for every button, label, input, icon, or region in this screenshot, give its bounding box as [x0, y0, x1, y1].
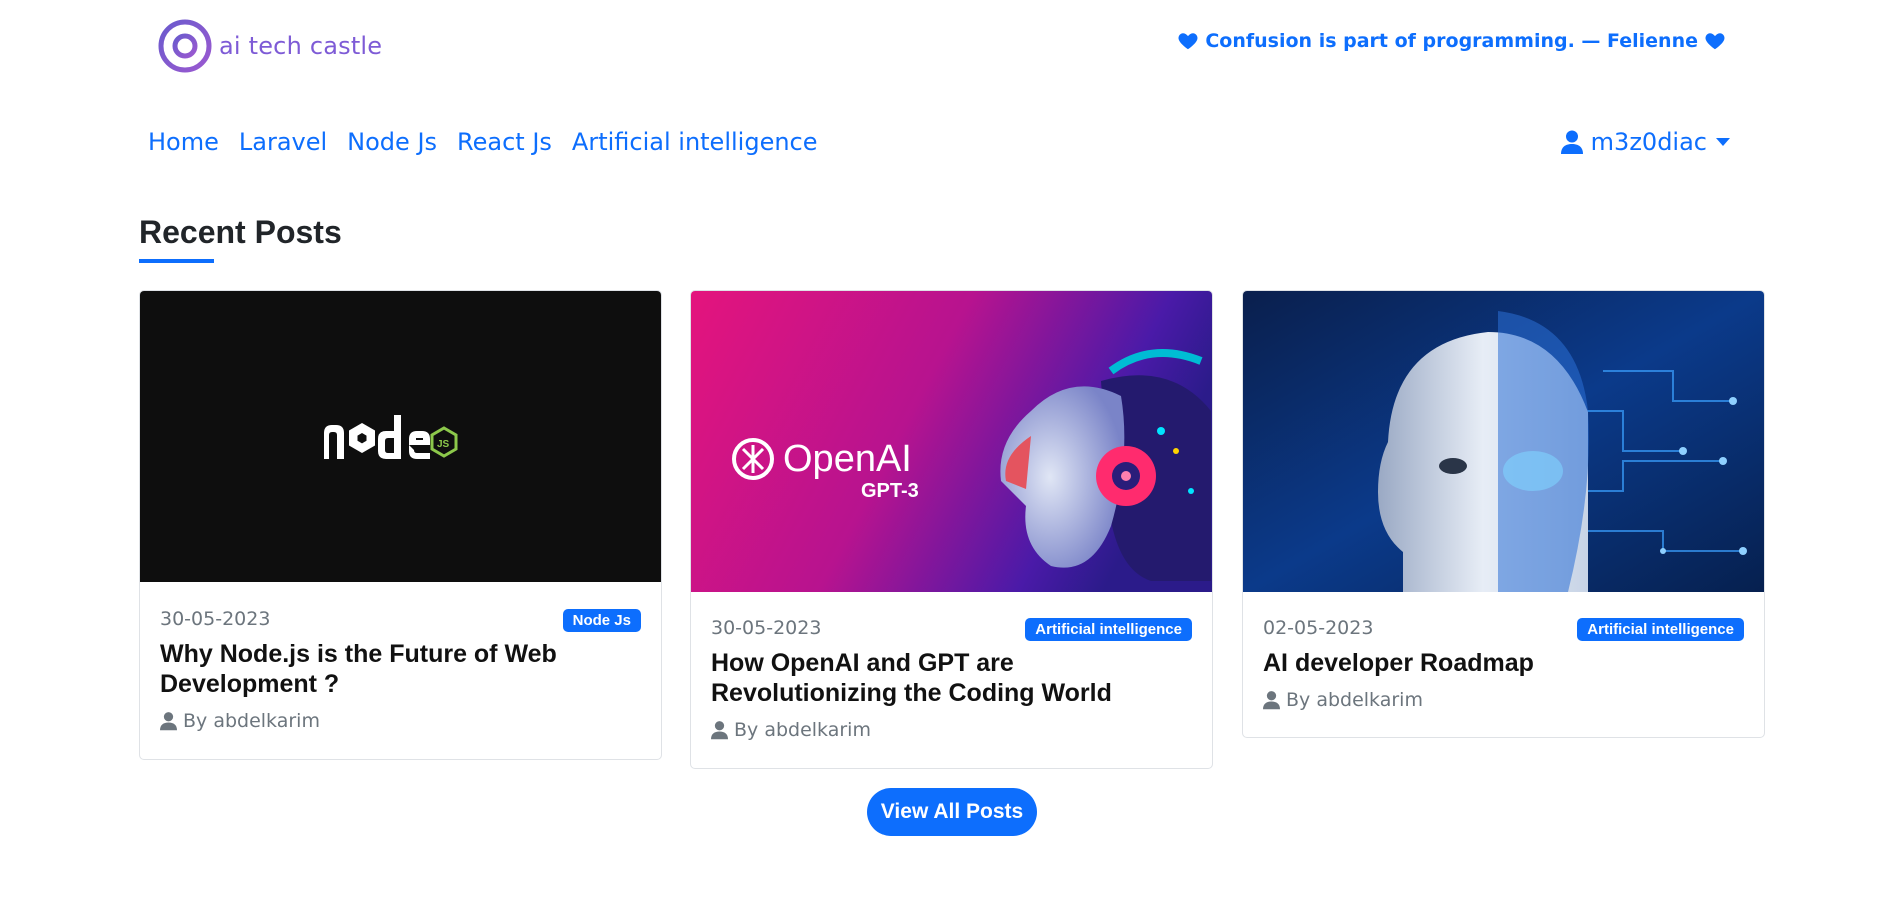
post-author: By abdelkarim [711, 719, 871, 741]
username: m3z0diac [1590, 128, 1707, 156]
post-author: By abdelkarim [1263, 689, 1423, 711]
post-card[interactable]: JS 30-05-2023 Node Js Why Node.js is the… [139, 290, 662, 760]
nav-item-laravel[interactable]: Laravel [239, 128, 327, 156]
author-name: By abdelkarim [734, 719, 871, 741]
section-underline [139, 259, 214, 263]
post-title[interactable]: AI developer Roadmap [1263, 648, 1744, 678]
caret-down-icon [1716, 138, 1730, 146]
image-brand-subtext: GPT-3 [861, 480, 919, 502]
user-icon [711, 721, 728, 740]
site-logo[interactable]: ai tech castle [157, 18, 382, 74]
svg-text:JS: JS [437, 439, 450, 450]
post-author: By abdelkarim [160, 710, 320, 732]
author-name: By abdelkarim [183, 710, 320, 732]
post-thumbnail [1243, 291, 1764, 592]
post-date: 02-05-2023 [1263, 617, 1374, 639]
heart-icon [1705, 33, 1725, 50]
nav-item-home[interactable]: Home [148, 128, 219, 156]
post-title[interactable]: Why Node.js is the Future of Web Develop… [160, 639, 641, 699]
category-badge[interactable]: Node Js [562, 609, 641, 632]
heart-icon [1178, 33, 1198, 50]
category-badge[interactable]: Artificial intelligence [1577, 618, 1744, 641]
post-card[interactable]: 02-05-2023 Artificial intelligence AI de… [1242, 290, 1765, 738]
post-title[interactable]: How OpenAI and GPT are Revolutionizing t… [711, 648, 1192, 708]
user-menu-toggle[interactable]: m3z0diac [1560, 128, 1731, 156]
nav-item-artificial-intelligence[interactable]: Artificial intelligence [572, 128, 818, 156]
image-brand-text: OpenAI [783, 438, 912, 480]
post-thumbnail: JS [140, 291, 661, 582]
main-nav: Home Laravel Node Js React Js Artificial… [148, 128, 818, 156]
circle-logo-icon [158, 19, 212, 73]
author-name: By abdelkarim [1286, 689, 1423, 711]
category-badge[interactable]: Artificial intelligence [1025, 618, 1192, 641]
nav-item-react-js[interactable]: React Js [457, 128, 552, 156]
view-all-posts-button[interactable]: View All Posts [867, 788, 1037, 836]
brand-name: ai tech castle [219, 32, 383, 60]
user-icon [1263, 691, 1280, 710]
post-thumbnail: OpenAI GPT-3 [691, 291, 1212, 592]
user-icon [1560, 130, 1583, 154]
section-title: Recent Posts [139, 214, 342, 250]
header-quote: Confusion is part of programming. — Feli… [1177, 30, 1726, 52]
post-card[interactable]: OpenAI GPT-3 30-05-2023 Artificial intel… [690, 290, 1213, 769]
post-date: 30-05-2023 [711, 617, 822, 639]
user-icon [160, 712, 177, 731]
quote-text: Confusion is part of programming. — Feli… [1205, 30, 1698, 52]
nav-item-node-js[interactable]: Node Js [347, 128, 437, 156]
post-date: 30-05-2023 [160, 608, 271, 630]
